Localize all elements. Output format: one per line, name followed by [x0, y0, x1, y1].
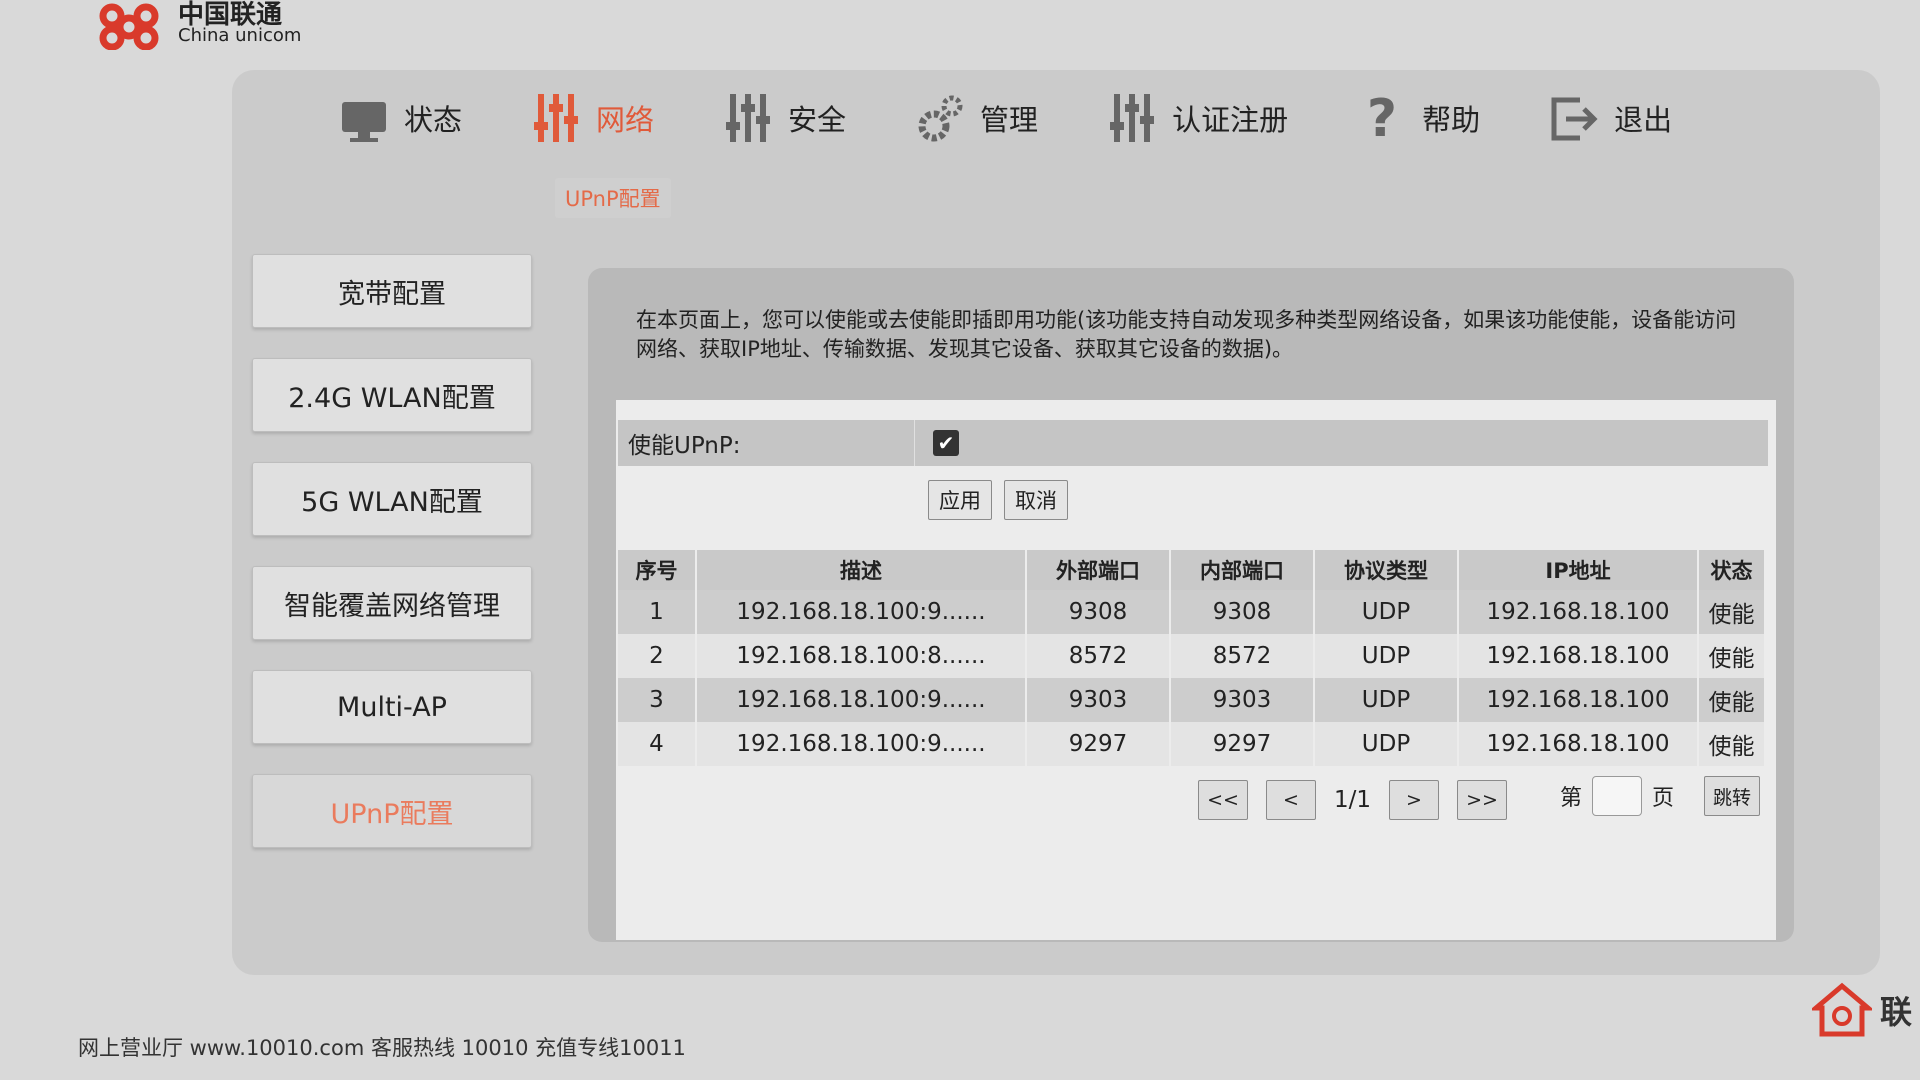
nav-auth-register[interactable]: 认证注册: [1108, 90, 1288, 146]
page-description: 在本页面上，您可以使能或去使能即插即用功能(该功能支持自动发现多种类型网络设备，…: [636, 308, 1737, 361]
side-menu: 宽带配置 2.4G WLAN配置 5G WLAN配置 智能覆盖网络管理 Mult…: [252, 254, 534, 878]
prev-page-button[interactable]: <: [1266, 780, 1316, 820]
cancel-button[interactable]: 取消: [1004, 480, 1068, 520]
sidemenu-upnp[interactable]: UPnP配置: [252, 774, 532, 848]
col-header-external-port: 外部端口: [1026, 550, 1171, 590]
col-header-index: 序号: [618, 550, 697, 590]
cell-protocol: UDP: [1314, 634, 1459, 678]
cell-ip: 192.168.18.100: [1458, 590, 1699, 634]
cell-external-port: 9297: [1026, 722, 1171, 766]
cell-protocol: UDP: [1314, 722, 1459, 766]
cell-protocol: UDP: [1314, 678, 1459, 722]
sidemenu-mesh-management[interactable]: 智能覆盖网络管理: [252, 566, 532, 640]
question-icon: ?: [1367, 90, 1397, 146]
cell-status: 使能: [1698, 722, 1766, 766]
corner-logo: 联: [1812, 982, 1912, 1038]
form-buttons: 应用 取消: [928, 480, 1068, 520]
unicom-knot-icon: [99, 3, 159, 50]
nav-auth-register-label: 认证注册: [1172, 103, 1289, 137]
cell-internal-port: 9303: [1170, 678, 1315, 722]
col-header-internal-port: 内部端口: [1170, 550, 1315, 590]
table-row: 3 192.168.18.100:9...... 9303 9303 UDP 1…: [618, 678, 1766, 722]
table-header-row: 序号 描述 外部端口 内部端口 协议类型 IP地址 状态: [618, 550, 1766, 590]
sidemenu-wlan-24g[interactable]: 2.4G WLAN配置: [252, 358, 532, 432]
goto-page-input[interactable]: [1592, 776, 1643, 816]
cell-description: 192.168.18.100:8......: [696, 634, 1027, 678]
goto-suffix: 页: [1652, 786, 1675, 811]
svg-text:?: ?: [1367, 90, 1397, 146]
cell-internal-port: 8572: [1170, 634, 1315, 678]
subtab-upnp[interactable]: UPnP配置: [555, 178, 671, 218]
cell-internal-port: 9297: [1170, 722, 1315, 766]
upnp-enable-checkbox[interactable]: ✔: [933, 430, 959, 456]
cell-index: 2: [618, 634, 697, 678]
nav-help[interactable]: ? 帮助: [1358, 90, 1480, 146]
checkmark-icon: ✔: [937, 431, 955, 455]
nav-logout-label: 退出: [1614, 103, 1673, 137]
cell-external-port: 8572: [1026, 634, 1171, 678]
footer-info: 网上营业厅 www.10010.com 客服热线 10010 充值专线10011: [78, 1036, 686, 1060]
nav-status[interactable]: 状态: [340, 90, 462, 146]
cell-protocol: UDP: [1314, 590, 1459, 634]
cell-status: 使能: [1698, 634, 1766, 678]
nav-management[interactable]: 管理: [916, 90, 1038, 146]
monitor-icon: [342, 102, 386, 142]
goto-page: 第 页 跳转: [1560, 776, 1761, 816]
sidemenu-wlan-5g[interactable]: 5G WLAN配置: [252, 462, 532, 536]
table-row: 4 192.168.18.100:9...... 9297 9297 UDP 1…: [618, 722, 1766, 766]
cell-status: 使能: [1698, 590, 1766, 634]
nav-network[interactable]: 网络: [532, 90, 654, 146]
sliders-icon: [534, 94, 579, 142]
first-page-button[interactable]: <<: [1198, 780, 1248, 820]
cell-internal-port: 9308: [1170, 590, 1315, 634]
upnp-enable-label: 使能UPnP:: [618, 420, 915, 466]
cell-status: 使能: [1698, 678, 1766, 722]
sliders-icon: [1110, 94, 1155, 142]
nav-management-label: 管理: [980, 103, 1039, 137]
sidemenu-multi-ap[interactable]: Multi-AP: [252, 670, 532, 744]
apply-button[interactable]: 应用: [928, 480, 992, 520]
nav-network-label: 网络: [596, 103, 655, 137]
upnp-rules-table: 序号 描述 外部端口 内部端口 协议类型 IP地址 状态 1 192.168.1…: [618, 550, 1766, 766]
cell-ip: 192.168.18.100: [1458, 722, 1699, 766]
sidemenu-broadband[interactable]: 宽带配置: [252, 254, 532, 328]
cell-external-port: 9303: [1026, 678, 1171, 722]
brand-name-cn: 中国联通: [178, 0, 283, 30]
upnp-enable-row: 使能UPnP: ✔: [618, 420, 1768, 466]
table-row: 2 192.168.18.100:8...... 8572 8572 UDP 1…: [618, 634, 1766, 678]
cell-ip: 192.168.18.100: [1458, 678, 1699, 722]
brand-name-en: China unicom: [178, 25, 302, 46]
nav-security[interactable]: 安全: [724, 90, 846, 146]
col-header-description: 描述: [696, 550, 1027, 590]
logout-icon: [1551, 97, 1598, 141]
nav-security-label: 安全: [788, 103, 847, 137]
sliders-icon: [726, 94, 771, 142]
cell-index: 3: [618, 678, 697, 722]
nav-logout[interactable]: 退出: [1550, 90, 1672, 146]
cell-description: 192.168.18.100:9......: [696, 590, 1027, 634]
goto-prefix: 第: [1560, 786, 1583, 811]
corner-logo-text: 联: [1880, 993, 1913, 1031]
nav-help-label: 帮助: [1422, 103, 1481, 137]
col-header-ip: IP地址: [1458, 550, 1699, 590]
nav-status-label: 状态: [404, 103, 463, 137]
next-page-button[interactable]: >: [1389, 780, 1440, 820]
cell-description: 192.168.18.100:9......: [696, 678, 1027, 722]
goto-button[interactable]: 跳转: [1704, 776, 1761, 816]
cell-index: 1: [618, 590, 697, 634]
pagination: << < 1/1 > >>: [1198, 780, 1508, 820]
home-logo-icon: [1812, 982, 1872, 1037]
page-indicator: 1/1: [1334, 787, 1372, 813]
cell-ip: 192.168.18.100: [1458, 634, 1699, 678]
cell-index: 4: [618, 722, 697, 766]
col-header-status: 状态: [1698, 550, 1766, 590]
gear-icon: [918, 95, 963, 142]
last-page-button[interactable]: >>: [1457, 780, 1508, 820]
brand-logo: 中国联通 China unicom: [92, 0, 301, 50]
cell-description: 192.168.18.100:9......: [696, 722, 1027, 766]
table-row: 1 192.168.18.100:9...... 9308 9308 UDP 1…: [618, 590, 1766, 634]
col-header-protocol: 协议类型: [1314, 550, 1459, 590]
cell-external-port: 9308: [1026, 590, 1171, 634]
top-nav: 状态 网络 安全 管理 认证注册 ? 帮助 退出: [340, 78, 1800, 158]
